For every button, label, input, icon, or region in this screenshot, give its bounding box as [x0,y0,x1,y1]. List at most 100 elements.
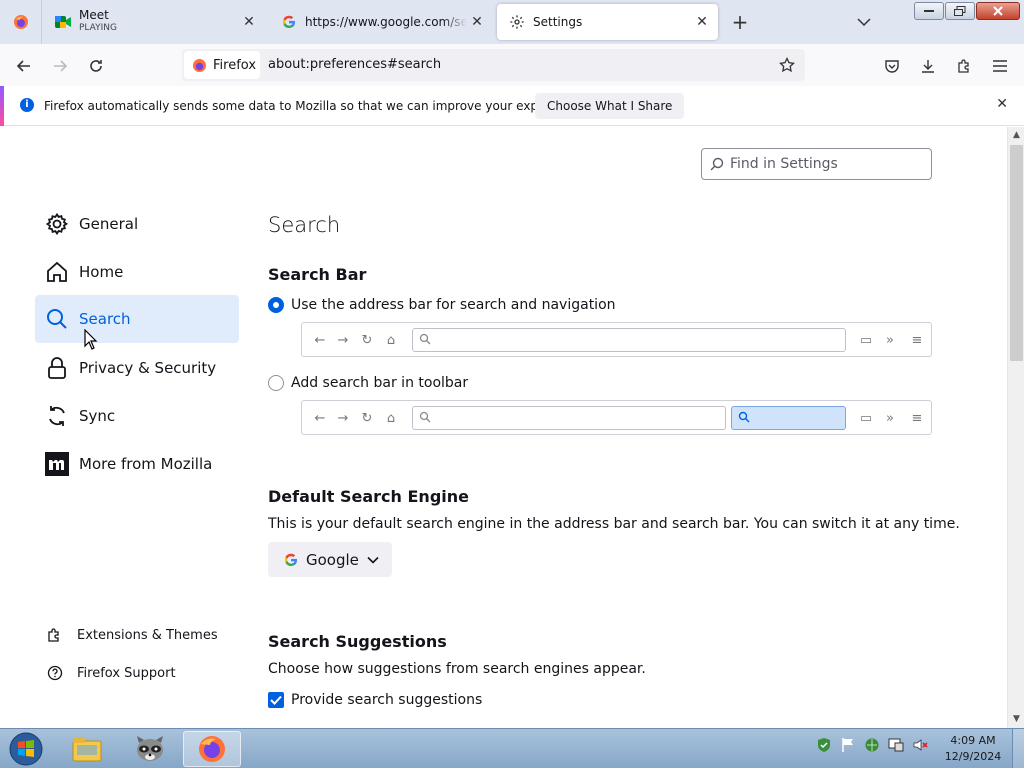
bookmark-star-button[interactable] [775,53,799,77]
tab-title: https://www.google.com/search [305,15,467,29]
sidebar-item-general[interactable]: General [35,200,239,248]
scroll-up-icon[interactable]: ▲ [1008,127,1024,144]
volume-muted-icon[interactable] [912,737,928,753]
sync-icon [45,404,69,428]
back-button[interactable] [10,52,38,80]
folder-icon [72,738,102,762]
home-icon: ⌂ [386,332,396,348]
radio-button-selected[interactable] [268,297,284,313]
app-menu-button[interactable] [986,52,1014,80]
close-notification-icon[interactable]: ✕ [996,96,1008,112]
scroll-down-icon[interactable]: ▼ [1008,711,1024,728]
sidebar-item-search[interactable]: Search [35,295,239,343]
identity-box[interactable]: Firefox [184,51,260,79]
default-engine-value: Google [306,550,359,569]
close-tab-icon[interactable]: ✕ [239,12,259,32]
tab-settings[interactable]: Settings ✕ [497,4,718,40]
hamburger-icon [993,60,1007,72]
taskbar-explorer[interactable] [58,731,116,767]
radio-label: Use the address bar for search and navig… [291,297,616,313]
taskbar-firefox[interactable] [183,731,241,767]
system-tray [816,737,928,753]
taskbar-clock[interactable]: 4:09 AM 12/9/2024 [940,733,1006,765]
sidebar-item-sync[interactable]: Sync [35,392,239,440]
arrow-right-icon: → [337,410,349,426]
minimize-button[interactable] [914,2,944,20]
downloads-button[interactable] [914,52,942,80]
arrow-right-icon [54,60,68,72]
firefox-menu-button[interactable] [0,0,42,44]
home-icon [45,260,69,284]
chevron-down-icon [367,556,379,564]
radio-toolbar-search[interactable]: Add search bar in toolbar [268,375,468,391]
radio-button[interactable] [268,375,284,391]
close-tab-icon[interactable]: ✕ [692,12,712,32]
sidebar-item-label: Search [79,310,131,328]
reload-icon: ↻ [361,332,373,348]
tab-playing-label: PLAYING [79,23,117,33]
checkbox-label: Provide search suggestions [291,692,483,708]
preview-url-field [412,406,726,430]
pocket-button[interactable] [878,52,906,80]
arrow-right-icon: → [337,332,349,348]
overflow-icon: » [886,410,894,426]
notification-message: Firefox automatically sends some data to… [44,99,587,113]
close-tab-icon[interactable]: ✕ [467,12,487,32]
google-icon [281,14,297,30]
raccoon-icon [137,736,163,761]
tab-meet[interactable]: Meet PLAYING ✕ [43,0,265,44]
radio-address-bar[interactable]: Use the address bar for search and navig… [268,297,616,313]
start-button[interactable] [4,730,48,768]
sidebar-item-more-from-mozilla[interactable]: More from Mozilla [35,440,239,488]
scrollbar-thumb[interactable] [1010,145,1023,361]
sidebar-icon: ▭ [859,410,873,426]
tab-google[interactable]: https://www.google.com/search ✕ [269,0,493,44]
forward-button[interactable] [46,52,74,80]
list-all-tabs-button[interactable] [852,10,876,34]
firefox-icon [199,736,225,762]
search-icon [419,411,431,423]
sidebar-item-privacy-security[interactable]: Privacy & Security [35,344,239,392]
pocket-icon [885,60,899,73]
firefox-support-link[interactable]: Firefox Support [47,665,176,681]
find-in-settings-input[interactable]: Find in Settings [701,148,932,180]
new-tab-button[interactable]: + [728,10,752,34]
reload-button[interactable] [82,52,110,80]
restore-button[interactable] [945,2,975,20]
sidebar-icon: ▭ [859,332,873,348]
page-scrollbar[interactable]: ▲ ▼ [1007,127,1024,728]
url-text[interactable]: about:preferences#search [268,57,441,72]
close-window-button[interactable] [976,2,1020,20]
extensions-button[interactable] [950,52,978,80]
default-engine-dropdown[interactable]: Google [268,542,392,577]
radio-label: Add search bar in toolbar [291,375,469,391]
data-notification-bar: i Firefox automatically sends some data … [0,86,1024,126]
hamburger-icon: ≡ [911,410,923,426]
action-center-flag-icon[interactable] [840,737,856,753]
reload-icon: ↻ [361,410,373,426]
sidebar-item-label: More from Mozilla [79,455,213,473]
sidebar-item-label: General [79,215,139,233]
network-icon[interactable] [864,737,880,753]
puzzle-icon [48,628,59,642]
choose-what-i-share-button[interactable]: Choose What I Share [535,93,685,119]
arrow-left-icon [16,60,30,72]
sidebar-item-label: Privacy & Security [79,359,217,377]
taskbar-raccoon-app[interactable] [121,731,179,767]
provide-search-suggestions-checkbox[interactable]: Provide search suggestions [268,692,482,708]
default-engine-heading: Default Search Engine [268,487,469,506]
clock-date: 12/9/2024 [944,750,1002,763]
security-shield-icon[interactable] [816,737,832,753]
help-icon [47,665,63,681]
address-bar[interactable]: Firefox about:preferences#search [182,49,805,81]
chevron-down-icon [857,18,871,26]
display-icon[interactable] [888,737,904,753]
show-desktop-button[interactable] [1012,729,1024,768]
extensions-themes-link[interactable]: Extensions & Themes [47,627,218,643]
identity-label: Firefox [213,57,257,73]
tab-title: Meet [79,9,109,22]
google-icon [284,553,297,566]
sidebar-item-home[interactable]: Home [35,248,239,296]
settings-page: Find in Settings General Home Search Pri… [0,127,1007,728]
checkbox-checked[interactable] [268,692,284,708]
